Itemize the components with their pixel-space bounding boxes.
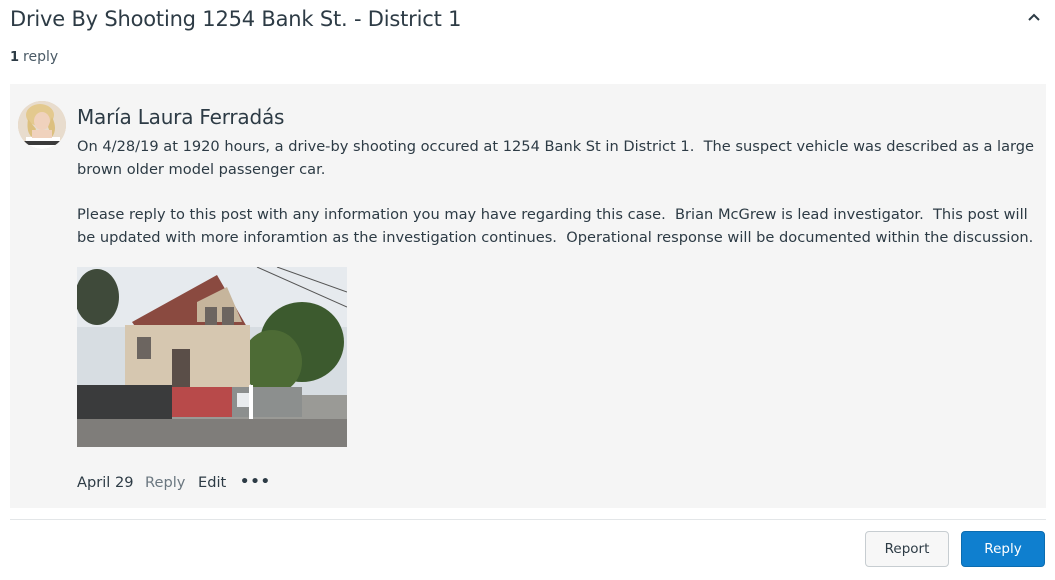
reply-button[interactable]: Reply [961, 531, 1045, 567]
edit-link[interactable]: Edit [198, 474, 226, 491]
attached-photo[interactable] [77, 267, 347, 447]
author-name[interactable]: María Laura Ferradás [77, 105, 284, 129]
report-button[interactable]: Report [865, 531, 949, 567]
house-photo [77, 267, 347, 447]
post-date: April 29 [77, 474, 134, 491]
discussion-entry: María Laura Ferradás On 4/28/19 at 1920 … [10, 84, 1046, 508]
divider [10, 519, 1046, 520]
chevron-up-icon [1028, 13, 1040, 21]
reply-count-number: 1 [10, 50, 20, 65]
reply-count-label: reply [23, 49, 59, 65]
reply-link[interactable]: Reply [145, 474, 185, 491]
more-options-icon[interactable]: ••• [240, 473, 271, 490]
discussion-page: Drive By Shooting 1254 Bank St. - Distri… [0, 0, 1055, 580]
message-body: On 4/28/19 at 1920 hours, a drive-by sho… [77, 135, 1041, 271]
message-paragraph: Please reply to this post with any infor… [77, 206, 1034, 246]
message-paragraph: On 4/28/19 at 1920 hours, a drive-by sho… [77, 138, 1039, 178]
reply-count: 1 reply [10, 49, 58, 65]
topic-title: Drive By Shooting 1254 Bank St. - Distri… [10, 7, 462, 31]
avatar-image [18, 101, 66, 149]
avatar[interactable] [18, 101, 66, 149]
collapse-button[interactable] [1024, 8, 1044, 26]
